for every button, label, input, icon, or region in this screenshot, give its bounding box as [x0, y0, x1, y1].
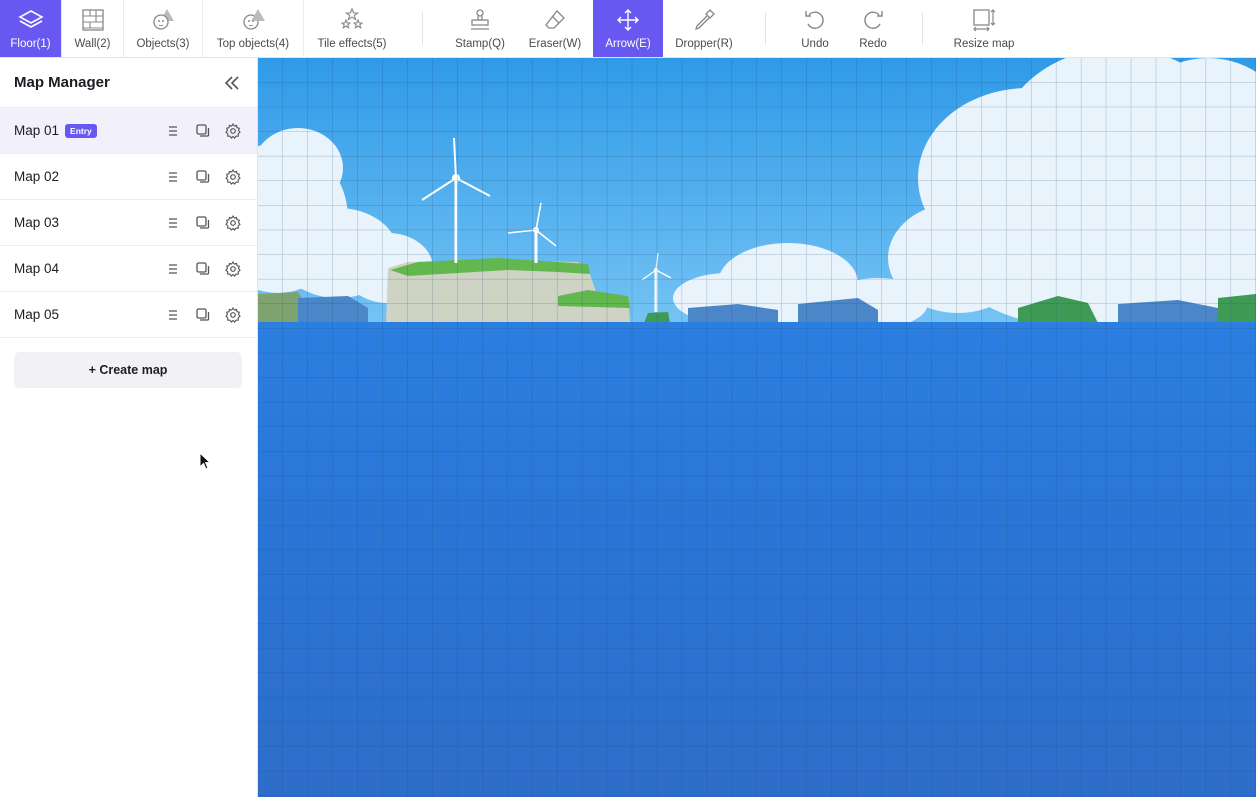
eraser-icon [542, 7, 568, 33]
resize-label: Resize map [953, 38, 1015, 50]
redo-button[interactable]: Redo [844, 0, 902, 57]
map-name: Map 04 [14, 261, 60, 276]
copy-icon [196, 261, 210, 275]
toolbar-divider [422, 12, 423, 45]
copy-icon [196, 215, 210, 229]
toolbar-divider [765, 12, 766, 45]
map-settings-button[interactable] [223, 121, 243, 141]
map-settings-button[interactable] [223, 167, 243, 187]
tool-label: Top objects(4) [216, 38, 290, 50]
redo-label: Redo [859, 38, 887, 50]
menu-lines-icon [169, 171, 177, 182]
tool-label: Tile effects(5) [317, 38, 387, 50]
map-name: Map 01 [14, 123, 60, 138]
map-item[interactable]: Map 02 [0, 154, 257, 200]
map-name: Map 05 [14, 307, 60, 322]
tool-top-objects[interactable]: Top objects(4) [203, 0, 304, 57]
tool-label: Stamp(Q) [455, 38, 505, 50]
map-name: Map 03 [14, 215, 60, 230]
mouse-pointer-icon [199, 452, 212, 470]
stamp-icon [467, 7, 493, 33]
tool-eraser[interactable]: Eraser(W) [517, 0, 593, 57]
sparkle-stars-icon [339, 7, 365, 33]
tool-label: Floor(1) [10, 38, 51, 50]
map-settings-button[interactable] [223, 213, 243, 233]
menu-lines-icon [169, 263, 177, 274]
resize-map-button[interactable]: Resize map [943, 0, 1025, 57]
map-canvas[interactable] [258, 58, 1256, 797]
collapse-panel-button[interactable] [221, 72, 243, 94]
objects-icon [150, 7, 176, 33]
duplicate-map-button[interactable] [193, 213, 213, 233]
map-item[interactable]: Map 03 [0, 200, 257, 246]
gear-icon [225, 306, 241, 323]
top-objects-icon [240, 7, 266, 33]
brick-wall-icon [80, 7, 106, 33]
gear-icon [225, 168, 241, 185]
resize-icon [971, 7, 997, 33]
duplicate-map-button[interactable] [193, 259, 213, 279]
tool-stamp[interactable]: Stamp(Q) [443, 0, 517, 57]
tool-label: Arrow(E) [605, 38, 651, 50]
map-item[interactable]: Map 01 Entry [0, 108, 257, 154]
reorder-handle[interactable] [163, 121, 183, 141]
duplicate-map-button[interactable] [193, 121, 213, 141]
panel-title: Map Manager [14, 74, 110, 91]
tile-grid [258, 58, 1256, 797]
toolbar: Floor(1) Wall(2) Objects(3) Top objects(… [0, 0, 1256, 58]
layers-icon [17, 7, 44, 33]
map-settings-button[interactable] [223, 259, 243, 279]
undo-icon [802, 7, 828, 33]
undo-button[interactable]: Undo [786, 0, 844, 57]
tool-objects[interactable]: Objects(3) [124, 0, 203, 57]
entry-badge: Entry [65, 123, 97, 138]
tool-arrow[interactable]: Arrow(E) [593, 0, 663, 57]
panel-header: Map Manager [0, 58, 257, 108]
double-chevron-left-icon [224, 75, 239, 90]
map-settings-button[interactable] [223, 305, 243, 325]
reorder-handle[interactable] [163, 259, 183, 279]
gear-icon [225, 214, 241, 231]
menu-lines-icon [169, 217, 177, 228]
menu-lines-icon [169, 309, 177, 320]
dropper-icon [691, 7, 717, 33]
tool-tile-effects[interactable]: Tile effects(5) [304, 0, 400, 57]
gear-icon [225, 260, 241, 277]
copy-icon [196, 169, 210, 183]
toolbar-divider [922, 12, 923, 45]
move-arrows-icon [615, 7, 641, 33]
menu-lines-icon [169, 125, 177, 136]
create-map-button[interactable]: + Create map [14, 352, 242, 388]
tool-label: Eraser(W) [528, 38, 582, 50]
map-manager-panel: Map Manager Map 01 Entry Map 02 Map 03 M… [0, 58, 258, 797]
tool-label: Objects(3) [136, 38, 190, 50]
reorder-handle[interactable] [163, 305, 183, 325]
tool-label: Wall(2) [74, 38, 111, 50]
undo-label: Undo [801, 38, 829, 50]
map-item[interactable]: Map 04 [0, 246, 257, 292]
reorder-handle[interactable] [163, 167, 183, 187]
copy-icon [196, 123, 210, 137]
ocean-landscape [258, 58, 1256, 797]
reorder-handle[interactable] [163, 213, 183, 233]
gear-icon [225, 122, 241, 139]
redo-icon [860, 7, 886, 33]
map-editor: Floor(1) Wall(2) Objects(3) Top objects(… [0, 0, 1256, 797]
duplicate-map-button[interactable] [193, 167, 213, 187]
map-item[interactable]: Map 05 [0, 292, 257, 338]
map-name: Map 02 [14, 169, 60, 184]
duplicate-map-button[interactable] [193, 305, 213, 325]
tool-dropper[interactable]: Dropper(R) [663, 0, 745, 57]
tool-floor[interactable]: Floor(1) [0, 0, 62, 57]
tool-wall[interactable]: Wall(2) [62, 0, 124, 57]
copy-icon [196, 307, 210, 321]
tool-label: Dropper(R) [675, 38, 733, 50]
